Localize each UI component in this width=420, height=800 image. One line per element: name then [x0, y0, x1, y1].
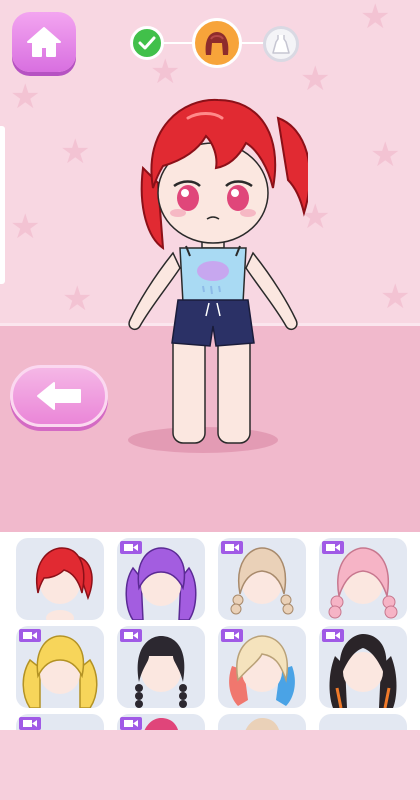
- step-outfit[interactable]: [263, 26, 299, 62]
- video-camera-icon: [322, 541, 344, 554]
- hair-option-row3[interactable]: [218, 714, 306, 730]
- hair-option-blonde-red-blue-ombre[interactable]: [218, 626, 306, 708]
- star-decoration: ★: [360, 0, 391, 37]
- video-camera-icon: [120, 717, 142, 730]
- hair-icon: [205, 32, 229, 55]
- side-edge-tab[interactable]: [0, 126, 5, 284]
- hair-thumbnail: [36, 547, 93, 620]
- hair-option-black-braids[interactable]: [117, 626, 205, 708]
- star-decoration: ★: [380, 277, 411, 317]
- step-connector: [162, 42, 194, 44]
- star-decoration: ★: [60, 132, 91, 172]
- step-completed[interactable]: [130, 26, 164, 60]
- dress-icon: [272, 35, 290, 54]
- video-camera-icon: [19, 717, 41, 730]
- hair-option-row3[interactable]: [319, 714, 407, 730]
- video-camera-icon: [120, 629, 142, 642]
- hair-option-row3[interactable]: [16, 714, 104, 730]
- hair-options-panel[interactable]: [0, 532, 420, 730]
- arrow-left-icon: [37, 382, 81, 410]
- hair-option-blonde-twin-tails[interactable]: [16, 626, 104, 708]
- star-decoration: ★: [10, 207, 41, 247]
- bottom-band: [0, 730, 420, 800]
- doll-character: [128, 98, 308, 444]
- hair-option-red-side-ponytail[interactable]: [16, 538, 104, 620]
- hair-option-beige-braids[interactable]: [218, 538, 306, 620]
- hair-thumbnail: [245, 718, 280, 730]
- star-decoration: ★: [10, 77, 41, 117]
- hair-option-pink-braids[interactable]: [319, 538, 407, 620]
- step-hair-current[interactable]: [192, 18, 242, 68]
- video-camera-icon: [221, 541, 243, 554]
- back-button[interactable]: [10, 365, 108, 427]
- home-button[interactable]: [12, 12, 76, 72]
- video-camera-icon: [120, 541, 142, 554]
- step-connector: [240, 42, 265, 44]
- video-camera-icon: [322, 629, 344, 642]
- star-decoration: ★: [62, 279, 93, 319]
- video-camera-icon: [221, 629, 243, 642]
- hair-option-row3[interactable]: [117, 714, 205, 730]
- hair-option-purple-twin-tails[interactable]: [117, 538, 205, 620]
- progress-steps: [130, 18, 305, 68]
- home-icon: [27, 27, 61, 57]
- checkmark-icon: [138, 36, 156, 50]
- video-camera-icon: [19, 629, 41, 642]
- star-decoration: ★: [370, 135, 401, 175]
- hair-option-black-orange-long[interactable]: [319, 626, 407, 708]
